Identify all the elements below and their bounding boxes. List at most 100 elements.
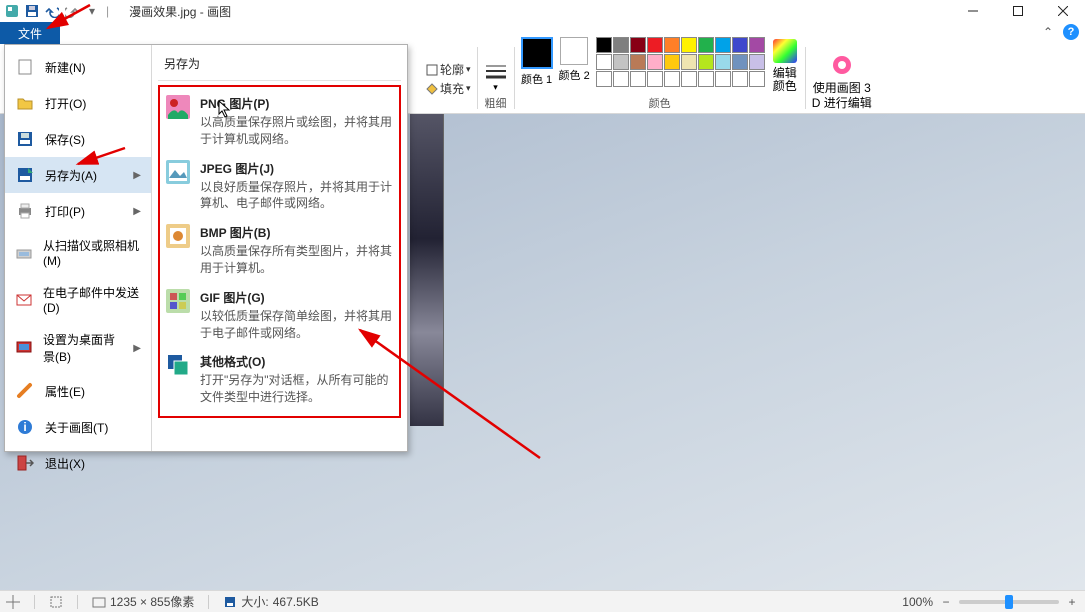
outline-dropdown[interactable]: 轮廓▾: [426, 61, 471, 78]
qat-dropdown-icon[interactable]: ▾: [84, 3, 100, 19]
palette-swatch[interactable]: [664, 71, 680, 87]
palette-swatch[interactable]: [698, 71, 714, 87]
palette-swatch[interactable]: [630, 71, 646, 87]
paint3d-group[interactable]: 使用画图 3D 进行编辑: [806, 44, 878, 113]
help-icon[interactable]: ?: [1063, 24, 1079, 40]
menu-properties[interactable]: 属性(E): [5, 373, 151, 409]
other-format-icon: [166, 353, 190, 377]
file-size-value: 467.5KB: [273, 595, 319, 609]
menu-save-as[interactable]: 另存为(A) ▶: [5, 157, 151, 193]
zoom-out-button[interactable]: −: [939, 595, 953, 609]
ribbon-right-controls: ⌃ ?: [1041, 24, 1079, 40]
menu-new[interactable]: 新建(N): [5, 49, 151, 85]
menu-print-label: 打印(P): [45, 203, 85, 220]
save-as-bmp[interactable]: BMP 图片(B) 以高质量保存所有类型图片，并将其用于计算机。: [162, 218, 397, 283]
app-icon: [4, 3, 20, 19]
selection-size: [49, 595, 63, 609]
file-tab[interactable]: 文件: [0, 22, 60, 44]
menu-scanner[interactable]: 从扫描仪或照相机(M): [5, 229, 151, 276]
menu-save-as-label: 另存为(A): [45, 167, 97, 184]
fill-label: 填充: [440, 80, 464, 97]
menu-scanner-label: 从扫描仪或照相机(M): [43, 237, 141, 268]
palette-swatch[interactable]: [596, 37, 612, 53]
palette-swatch[interactable]: [698, 54, 714, 70]
colors-group-label: 颜色: [649, 95, 671, 111]
qat-separator: |: [106, 4, 109, 18]
palette-swatch[interactable]: [732, 37, 748, 53]
quick-access-toolbar: ▾ |: [0, 3, 115, 19]
window-title: 漫画效果.jpg - 画图: [129, 3, 231, 20]
shape-style-group: 轮廓▾ 填充▾: [420, 44, 477, 113]
annotation-highlight-box: PNG 图片(P) 以高质量保存照片或绘图，并将其用于计算机或网络。 JPEG …: [158, 85, 401, 418]
zoom-in-button[interactable]: +: [1065, 595, 1079, 609]
open-icon: [15, 93, 35, 113]
palette-swatch[interactable]: [698, 37, 714, 53]
palette-swatch[interactable]: [647, 37, 663, 53]
save-as-png[interactable]: PNG 图片(P) 以高质量保存照片或绘图，并将其用于计算机或网络。: [162, 89, 397, 154]
color-palette[interactable]: [596, 37, 765, 87]
crosshair-icon: [6, 595, 20, 609]
menu-about[interactable]: i 关于画图(T): [5, 409, 151, 445]
redo-icon[interactable]: [64, 3, 80, 19]
save-as-gif[interactable]: GIF 图片(G) 以较低质量保存简单绘图，并将其用于电子邮件或网络。: [162, 283, 397, 348]
menu-wallpaper[interactable]: 设置为桌面背景(B) ▶: [5, 323, 151, 373]
palette-swatch[interactable]: [613, 71, 629, 87]
undo-icon[interactable]: [44, 3, 60, 19]
thickness-group[interactable]: ▾ 粗细: [478, 44, 514, 113]
palette-swatch[interactable]: [715, 71, 731, 87]
bmp-desc: 以高质量保存所有类型图片，并将其用于计算机。: [200, 243, 393, 277]
minimize-button[interactable]: [950, 0, 995, 22]
save-as-header: 另存为: [158, 51, 401, 81]
palette-swatch[interactable]: [613, 54, 629, 70]
palette-swatch[interactable]: [596, 71, 612, 87]
palette-swatch[interactable]: [732, 71, 748, 87]
palette-swatch[interactable]: [647, 71, 663, 87]
save-as-submenu: 另存为 PNG 图片(P) 以高质量保存照片或绘图，并将其用于计算机或网络。 J…: [152, 45, 407, 451]
palette-swatch[interactable]: [681, 54, 697, 70]
color1-button[interactable]: 颜色 1: [521, 37, 553, 87]
email-icon: [15, 290, 33, 310]
file-size: 大小: 467.5KB: [223, 593, 318, 610]
palette-swatch[interactable]: [749, 37, 765, 53]
save-menu-icon: [15, 129, 35, 149]
close-button[interactable]: [1040, 0, 1085, 22]
menu-open-label: 打开(O): [45, 95, 86, 112]
palette-swatch[interactable]: [596, 54, 612, 70]
menu-print[interactable]: 打印(P) ▶: [5, 193, 151, 229]
bmp-icon: [166, 224, 190, 248]
palette-swatch[interactable]: [630, 54, 646, 70]
png-title: PNG 图片(P): [200, 95, 393, 112]
menu-open[interactable]: 打开(O): [5, 85, 151, 121]
save-icon[interactable]: [24, 3, 40, 19]
status-bar: 1235 × 855像素 大小: 467.5KB 100% − +: [0, 590, 1085, 612]
edit-colors-button[interactable]: 编辑颜色: [771, 37, 799, 93]
collapse-ribbon-icon[interactable]: ⌃: [1041, 25, 1055, 39]
palette-swatch[interactable]: [732, 54, 748, 70]
scanner-icon: [15, 243, 33, 263]
color2-button[interactable]: 颜色 2: [559, 37, 590, 83]
palette-swatch[interactable]: [681, 71, 697, 87]
palette-swatch[interactable]: [749, 54, 765, 70]
palette-swatch[interactable]: [681, 37, 697, 53]
maximize-button[interactable]: [995, 0, 1040, 22]
gif-title: GIF 图片(G): [200, 289, 393, 306]
palette-swatch[interactable]: [715, 37, 731, 53]
palette-swatch[interactable]: [715, 54, 731, 70]
menu-save[interactable]: 保存(S): [5, 121, 151, 157]
save-as-jpeg[interactable]: JPEG 图片(J) 以良好质量保存照片，并将其用于计算机、电子邮件或网络。: [162, 154, 397, 219]
palette-swatch[interactable]: [613, 37, 629, 53]
palette-swatch[interactable]: [647, 54, 663, 70]
palette-swatch[interactable]: [664, 54, 680, 70]
menu-exit[interactable]: 退出(X): [5, 445, 151, 481]
save-as-other[interactable]: 其他格式(O) 打开"另存为"对话框，从所有可能的文件类型中进行选择。: [162, 347, 397, 412]
palette-swatch[interactable]: [630, 37, 646, 53]
fill-dropdown[interactable]: 填充▾: [426, 80, 471, 97]
paint3d-label-2: D 进行编辑: [812, 96, 872, 110]
wallpaper-icon: [15, 338, 33, 358]
menu-about-label: 关于画图(T): [45, 419, 108, 436]
menu-email[interactable]: 在电子邮件中发送(D): [5, 276, 151, 323]
palette-swatch[interactable]: [664, 37, 680, 53]
zoom-slider[interactable]: [959, 600, 1059, 604]
edit-colors-label-1: 编辑: [773, 66, 797, 80]
palette-swatch[interactable]: [749, 71, 765, 87]
